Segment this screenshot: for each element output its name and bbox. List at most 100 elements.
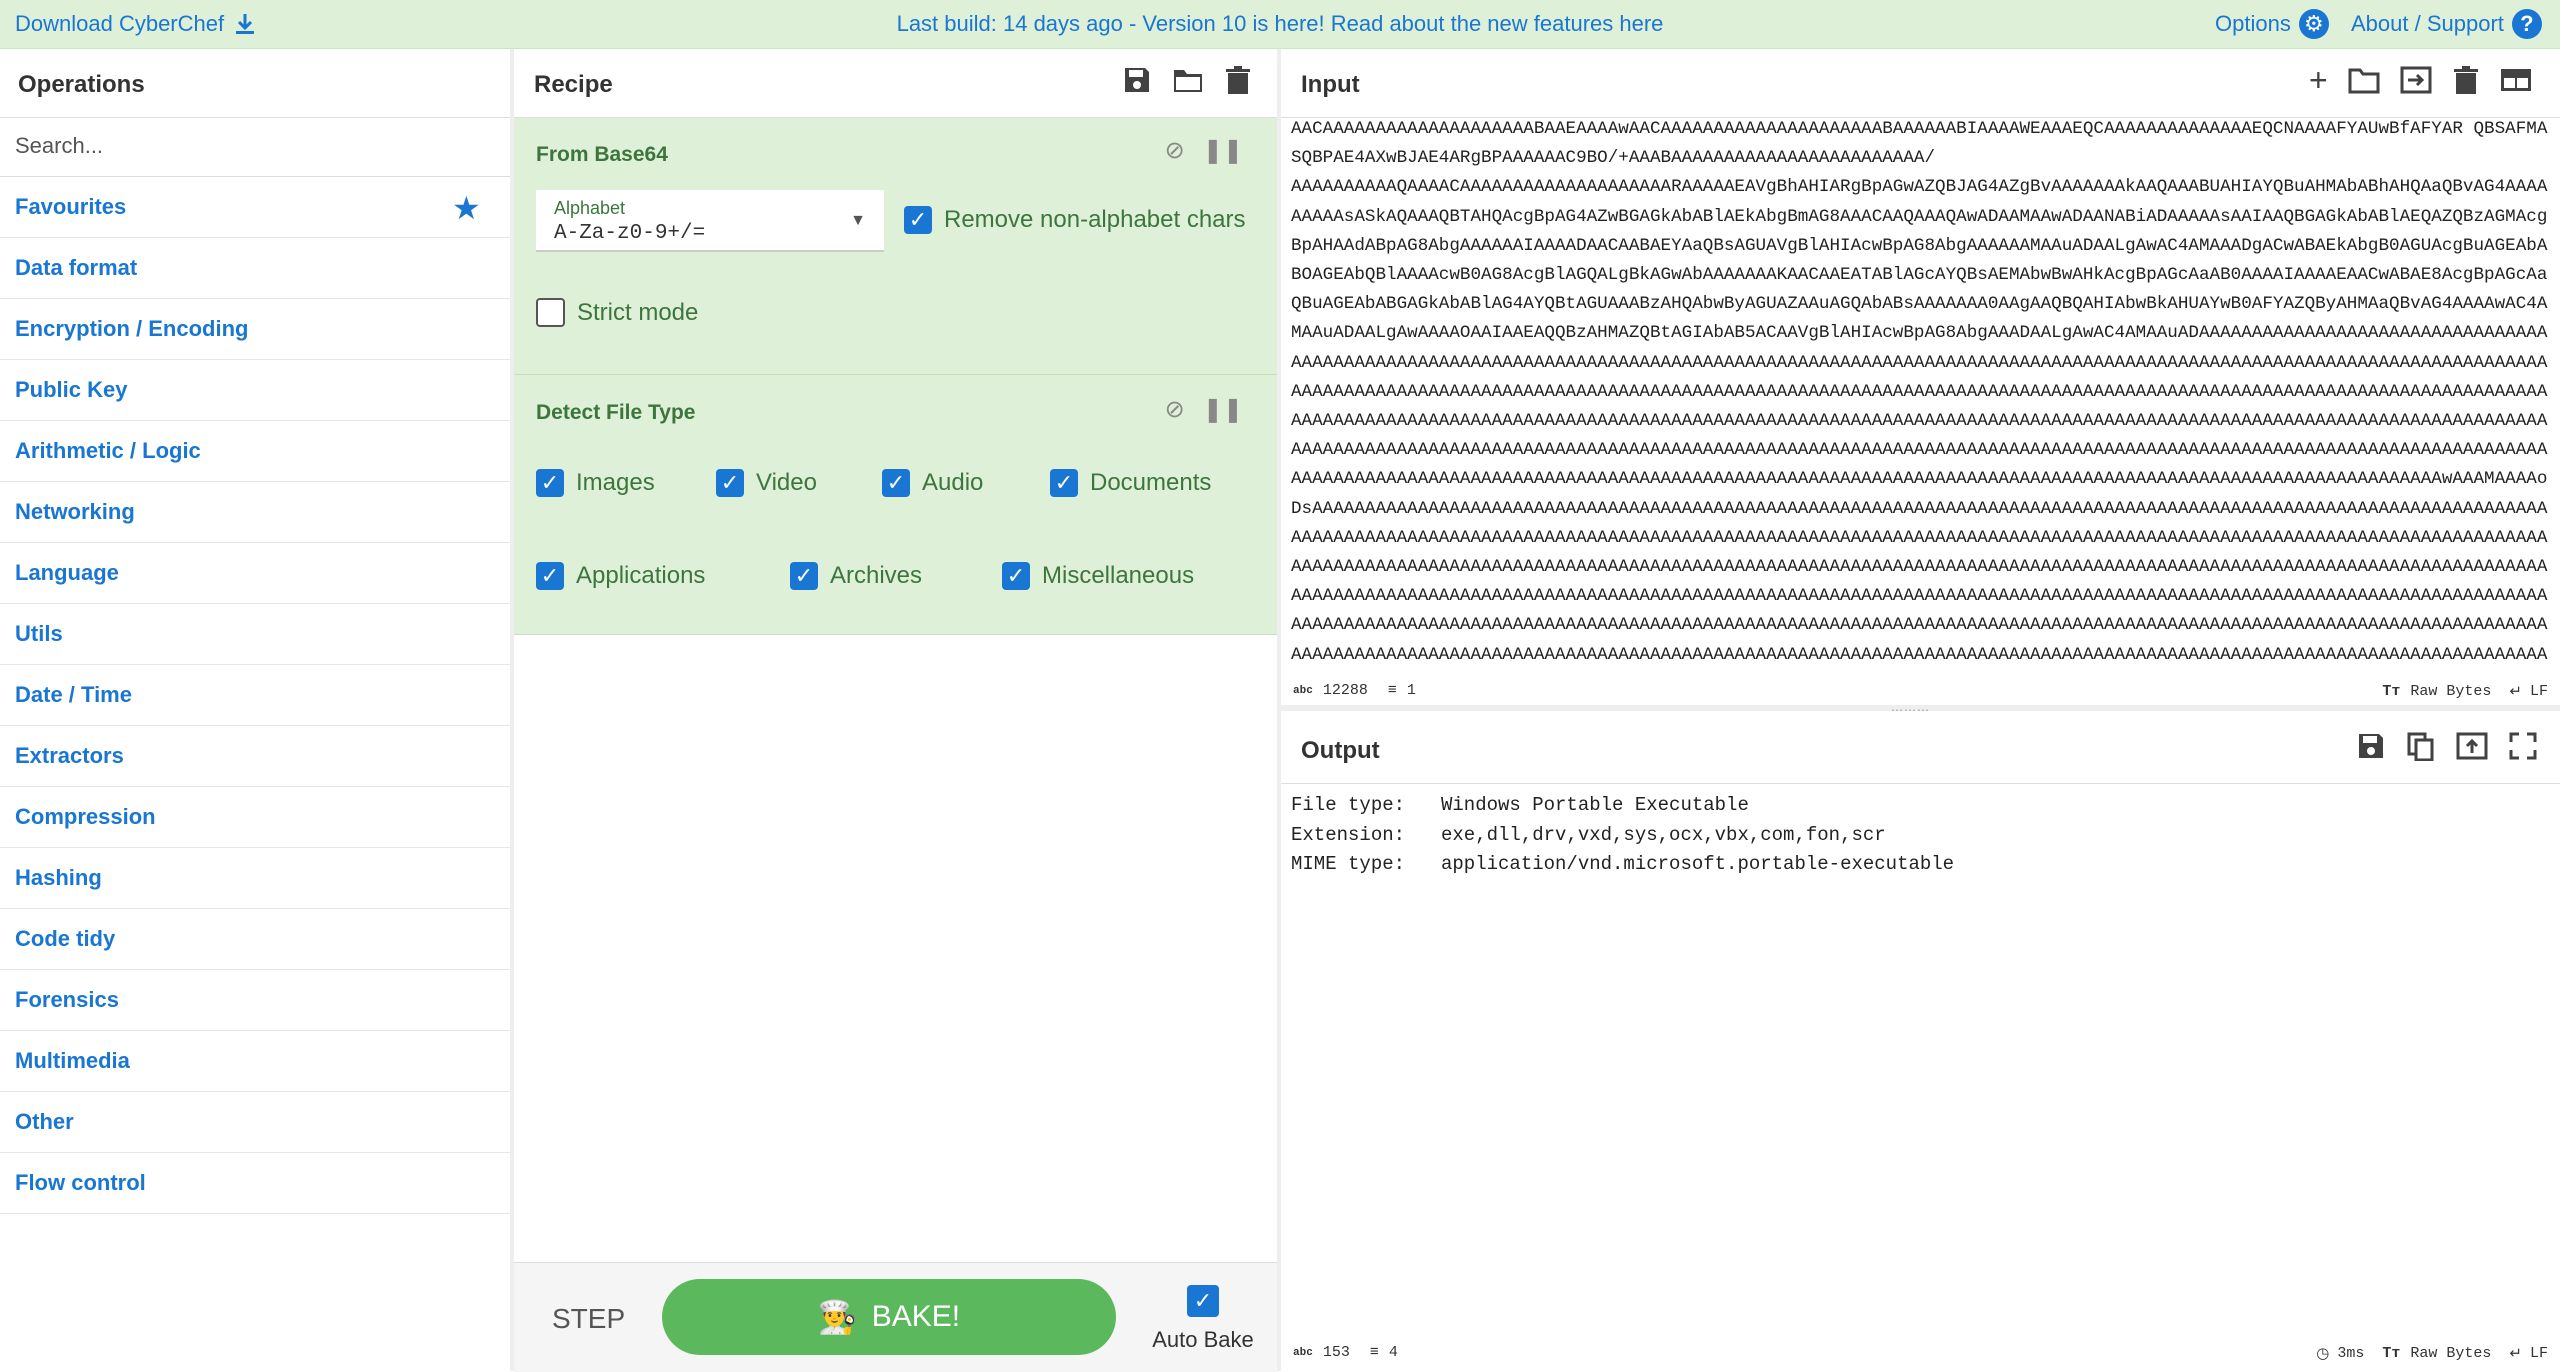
category-label[interactable]: Compression xyxy=(15,804,156,830)
category-label[interactable]: Code tidy xyxy=(15,926,115,952)
auto-bake-checkbox[interactable]: ✓ Auto Bake xyxy=(1148,1285,1258,1353)
encoding-icon[interactable]: Tт xyxy=(2382,683,2400,700)
caret-down-icon[interactable]: ▼ xyxy=(850,212,866,230)
auto-bake-label[interactable]: Auto Bake xyxy=(1152,1327,1254,1352)
archives-checkbox[interactable]: ✓ Archives xyxy=(790,562,922,590)
category-utils[interactable]: Utils xyxy=(0,604,510,665)
category-other[interactable]: Other xyxy=(0,1092,510,1153)
images-checkbox[interactable]: ✓ Images xyxy=(536,469,655,497)
trash-icon[interactable] xyxy=(1224,65,1252,95)
disable-icon[interactable]: ⊘ xyxy=(1165,395,1185,424)
download-icon[interactable] xyxy=(234,12,256,36)
maximize-icon[interactable] xyxy=(2508,731,2538,761)
category-label[interactable]: Encryption / Encoding xyxy=(15,316,248,342)
build-notice-link[interactable]: Last build: 14 days ago - Version 10 is … xyxy=(897,11,1664,36)
category-label[interactable]: Data format xyxy=(15,255,137,281)
category-date-time[interactable]: Date / Time xyxy=(0,665,510,726)
open-folder-icon[interactable] xyxy=(2348,65,2380,95)
strict-mode-checkbox[interactable]: Strict mode xyxy=(536,298,698,327)
category-networking[interactable]: Networking xyxy=(0,482,510,543)
category-hashing[interactable]: Hashing xyxy=(0,848,510,909)
checkbox-checked-icon[interactable]: ✓ xyxy=(716,469,744,497)
help-icon[interactable]: ? xyxy=(2511,9,2542,39)
category-label[interactable]: Extractors xyxy=(15,743,124,769)
category-multimedia[interactable]: Multimedia xyxy=(0,1031,510,1092)
about-support-link[interactable]: About / Support ? xyxy=(2351,9,2542,39)
search-box[interactable] xyxy=(0,117,510,177)
checkbox-label[interactable]: Archives xyxy=(830,562,922,590)
category-code-tidy[interactable]: Code tidy xyxy=(0,909,510,970)
category-data-format[interactable]: Data format xyxy=(0,238,510,299)
alphabet-value[interactable]: A-Za-z0-9+/= xyxy=(554,222,705,245)
checkbox-label[interactable]: Remove non-alphabet chars xyxy=(944,206,1246,234)
trash-icon[interactable] xyxy=(2452,65,2480,95)
category-compression[interactable]: Compression xyxy=(0,787,510,848)
audio-checkbox[interactable]: ✓ Audio xyxy=(882,469,983,497)
search-input[interactable] xyxy=(0,118,495,174)
checkbox-label[interactable]: Miscellaneous xyxy=(1042,562,1194,590)
copy-icon[interactable] xyxy=(2406,731,2436,761)
category-label[interactable]: Arithmetic / Logic xyxy=(15,438,201,464)
category-label[interactable]: Public Key xyxy=(15,377,127,403)
checkbox-checked-icon[interactable]: ✓ xyxy=(536,469,564,497)
layout-icon[interactable] xyxy=(2500,65,2532,95)
category-label[interactable]: Other xyxy=(15,1109,74,1135)
eol-icon[interactable]: ↵ xyxy=(2509,1344,2522,1363)
replace-input-icon[interactable] xyxy=(2456,731,2488,761)
remove-non-alphabet-checkbox[interactable]: ✓ Remove non-alphabet chars xyxy=(904,206,1246,234)
input-encoding[interactable]: Raw Bytes xyxy=(2410,683,2491,700)
checkbox-label[interactable]: Images xyxy=(576,469,655,497)
checkbox-checked-icon[interactable]: ✓ xyxy=(1002,562,1030,590)
input-eol[interactable]: LF xyxy=(2530,683,2548,700)
chef-icon[interactable]: 👨‍🍳 xyxy=(818,1298,858,1336)
download-label[interactable]: Download CyberChef xyxy=(15,11,224,37)
checkbox-label[interactable]: Applications xyxy=(576,562,705,590)
pause-icon[interactable]: ❚❚ xyxy=(1203,136,1243,165)
category-label[interactable]: Language xyxy=(15,560,119,586)
star-icon[interactable]: ★ xyxy=(452,189,481,227)
category-language[interactable]: Language xyxy=(0,543,510,604)
checkbox-checked-icon[interactable]: ✓ xyxy=(1187,1285,1219,1317)
step-button[interactable]: STEP xyxy=(552,1303,625,1335)
checkbox-checked-icon[interactable]: ✓ xyxy=(882,469,910,497)
output-area[interactable]: File type: Windows Portable Executable E… xyxy=(1291,791,2549,880)
pause-icon[interactable]: ❚❚ xyxy=(1203,395,1243,424)
save-icon[interactable] xyxy=(1122,65,1152,95)
category-flow-control[interactable]: Flow control xyxy=(0,1153,510,1214)
encoding-icon[interactable]: Tт xyxy=(2382,1345,2400,1362)
input-textarea[interactable]: AACAAAAAAAAAAAAAAAAAAAABAAEAAAAwAACAAAAA… xyxy=(1291,115,2549,675)
category-label[interactable]: Date / Time xyxy=(15,682,132,708)
checkbox-checked-icon[interactable]: ✓ xyxy=(536,562,564,590)
checkbox-unchecked-icon[interactable] xyxy=(536,298,565,327)
disable-icon[interactable]: ⊘ xyxy=(1165,136,1185,165)
options-label[interactable]: Options xyxy=(2215,11,2291,37)
eol-icon[interactable]: ↵ xyxy=(2509,682,2522,701)
category-label[interactable]: Networking xyxy=(15,499,135,525)
category-label[interactable]: Flow control xyxy=(15,1170,146,1196)
checkbox-checked-icon[interactable]: ✓ xyxy=(1050,469,1078,497)
checkbox-label[interactable]: Video xyxy=(756,469,817,497)
add-tab-icon[interactable]: + xyxy=(2309,64,2328,96)
options-link[interactable]: Options ⚙ xyxy=(2215,9,2329,39)
folder-icon[interactable] xyxy=(1172,65,1204,95)
category-extractors[interactable]: Extractors xyxy=(0,726,510,787)
bake-label[interactable]: BAKE! xyxy=(872,1300,960,1334)
category-favourites[interactable]: Favourites ★ xyxy=(0,177,510,238)
checkbox-checked-icon[interactable]: ✓ xyxy=(790,562,818,590)
category-encryption-encoding[interactable]: Encryption / Encoding xyxy=(0,299,510,360)
documents-checkbox[interactable]: ✓ Documents xyxy=(1050,469,1211,497)
miscellaneous-checkbox[interactable]: ✓ Miscellaneous xyxy=(1002,562,1194,590)
checkbox-label[interactable]: Audio xyxy=(922,469,983,497)
about-label[interactable]: About / Support xyxy=(2351,11,2504,37)
category-label[interactable]: Forensics xyxy=(15,987,119,1013)
category-label[interactable]: Utils xyxy=(15,621,63,647)
output-encoding[interactable]: Raw Bytes xyxy=(2410,1345,2491,1362)
gear-icon[interactable]: ⚙ xyxy=(2298,9,2329,39)
category-label[interactable]: Hashing xyxy=(15,865,102,891)
load-file-icon[interactable] xyxy=(2400,65,2432,95)
bake-button[interactable]: 👨‍🍳 BAKE! xyxy=(662,1279,1116,1355)
video-checkbox[interactable]: ✓ Video xyxy=(716,469,817,497)
checkbox-label[interactable]: Strict mode xyxy=(577,299,698,327)
checkbox-label[interactable]: Documents xyxy=(1090,469,1211,497)
category-label[interactable]: Multimedia xyxy=(15,1048,130,1074)
